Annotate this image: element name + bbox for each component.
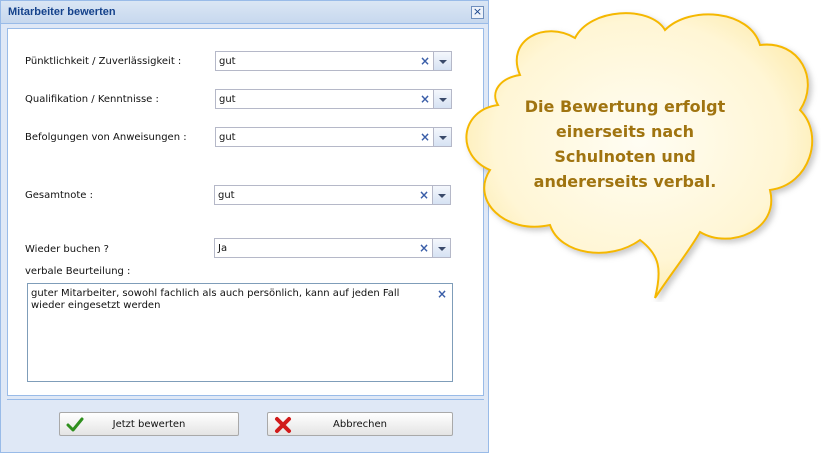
clear-icon[interactable]: × [419, 242, 429, 254]
beurteilung-text: guter Mitarbeiter, sowohl fachlich als a… [31, 288, 400, 311]
footer-divider [7, 399, 484, 400]
callout-line-1: Die Bewertung erfolgt [524, 97, 726, 116]
clear-icon[interactable]: × [420, 131, 430, 143]
gesamtnote-label: Gesamtnote : [25, 190, 93, 201]
dropdown-trigger[interactable] [434, 51, 452, 71]
clear-icon[interactable]: × [420, 93, 430, 105]
qualifikation-combo[interactable]: gut × [215, 89, 452, 109]
clear-icon[interactable]: × [419, 189, 429, 201]
clear-icon[interactable]: × [420, 55, 430, 67]
chevron-down-icon [439, 60, 447, 64]
chevron-down-icon [438, 247, 446, 251]
dialog-title: Mitarbeiter bewerten [8, 6, 116, 18]
gesamtnote-combo[interactable]: gut × [214, 185, 451, 205]
wieder-buchen-label: Wieder buchen ? [25, 244, 109, 255]
wieder-buchen-field[interactable]: Ja × [214, 238, 433, 258]
puenktlichkeit-field[interactable]: gut × [215, 51, 434, 71]
befolgungen-value: gut [219, 132, 236, 143]
gesamtnote-value: gut [218, 190, 235, 201]
wieder-buchen-value: Ja [218, 243, 228, 254]
puenktlichkeit-combo[interactable]: gut × [215, 51, 452, 71]
qualifikation-value: gut [219, 94, 236, 105]
qualifikation-label: Qualifikation / Kenntnisse : [25, 94, 159, 105]
dropdown-trigger[interactable] [433, 185, 451, 205]
clear-icon[interactable]: × [437, 288, 447, 300]
dropdown-trigger[interactable] [434, 127, 452, 147]
dropdown-trigger[interactable] [434, 89, 452, 109]
puenktlichkeit-label: Pünktlichkeit / Zuverlässigkeit : [25, 56, 182, 67]
befolgungen-label: Befolgungen von Anweisungen : [25, 132, 187, 143]
beurteilung-textarea[interactable]: guter Mitarbeiter, sowohl fachlich als a… [27, 283, 453, 382]
callout-text: Die Bewertung erfolgt einerseits nach Sc… [490, 94, 760, 194]
gesamtnote-field[interactable]: gut × [214, 185, 433, 205]
rating-dialog: Mitarbeiter bewerten × Pünktlichkeit / Z… [0, 0, 489, 453]
beurteilung-label: verbale Beurteilung : [25, 266, 131, 277]
qualifikation-field[interactable]: gut × [215, 89, 434, 109]
chevron-down-icon [439, 136, 447, 140]
dialog-titlebar[interactable]: Mitarbeiter bewerten × [1, 1, 488, 24]
callout-line-3: Schulnoten und [554, 147, 696, 166]
submit-button[interactable]: Jetzt bewerten [59, 412, 239, 436]
chevron-down-icon [439, 98, 447, 102]
callout-line-2: einerseits nach [555, 122, 695, 141]
submit-button-label: Jetzt bewerten [112, 419, 186, 430]
befolgungen-field[interactable]: gut × [215, 127, 434, 147]
wieder-buchen-combo[interactable]: Ja × [214, 238, 451, 258]
befolgungen-combo[interactable]: gut × [215, 127, 452, 147]
cancel-button-label: Abbrechen [333, 419, 387, 430]
callout-line-4: andererseits verbal. [533, 172, 717, 191]
dropdown-trigger[interactable] [433, 238, 451, 258]
cancel-button[interactable]: Abbrechen [267, 412, 453, 436]
chevron-down-icon [438, 194, 446, 198]
puenktlichkeit-value: gut [219, 56, 236, 67]
